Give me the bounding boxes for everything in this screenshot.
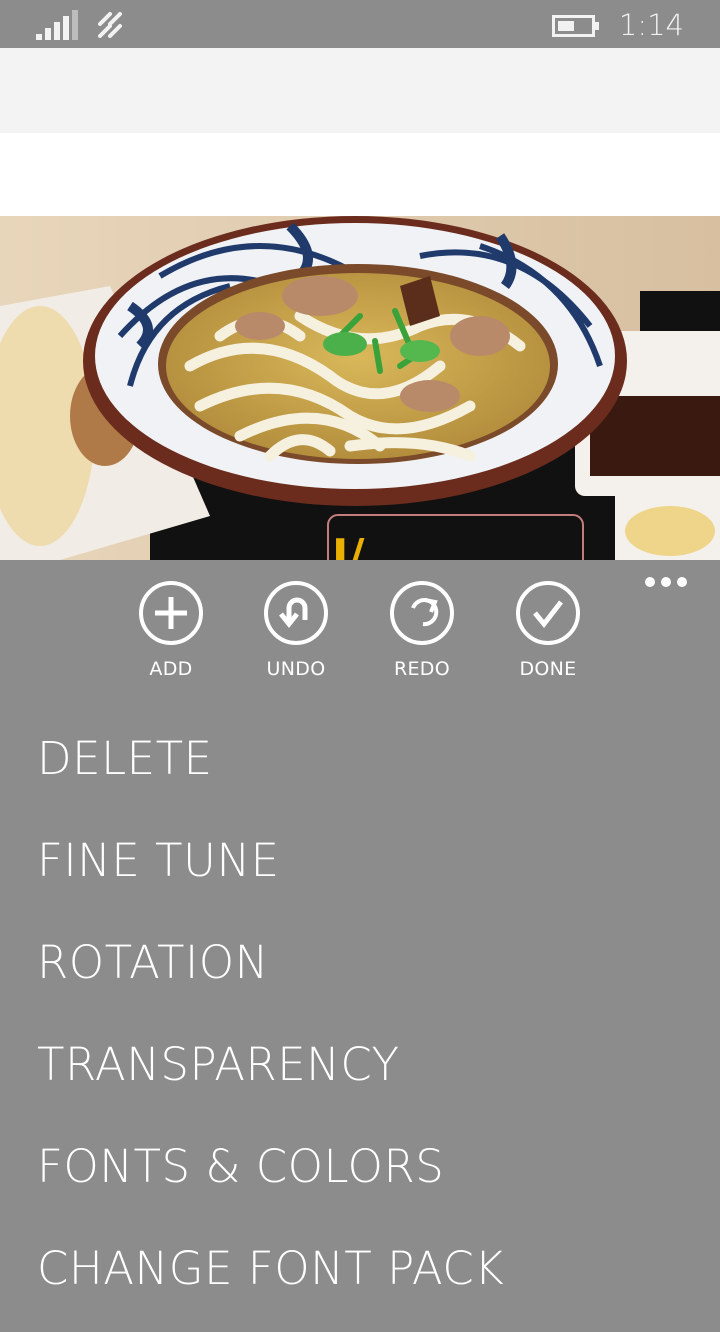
- redo-label: REDO: [394, 658, 450, 680]
- app-bar: ADD UNDO REDO DONE: [0, 560, 720, 720]
- edited-photo[interactable]: J/: [0, 216, 720, 560]
- udon-photo-icon: J/: [0, 216, 720, 560]
- network-activity-icon: [98, 12, 122, 38]
- menu-item-transparency[interactable]: TRANSPARENCY: [0, 1026, 720, 1128]
- redo-button[interactable]: REDO: [372, 580, 472, 690]
- menu-item-rotation[interactable]: ROTATION: [0, 924, 720, 1026]
- undo-button[interactable]: UNDO: [246, 580, 346, 690]
- check-circle-icon: [516, 581, 580, 645]
- menu-item-change-font-pack[interactable]: CHANGE FONT PACK: [0, 1230, 720, 1332]
- plus-circle-icon: [139, 581, 203, 645]
- app-header: [0, 48, 720, 133]
- undo-circle-icon: [264, 581, 328, 645]
- undo-label: UNDO: [266, 658, 326, 680]
- redo-circle-icon: [390, 581, 454, 645]
- add-label: ADD: [149, 658, 193, 680]
- menu-item-fonts-colors[interactable]: FONTS & COLORS: [0, 1128, 720, 1230]
- menu-item-delete[interactable]: DELETE: [0, 720, 720, 822]
- overlay-text: J/: [329, 530, 365, 560]
- add-button[interactable]: ADD: [121, 580, 221, 690]
- status-bar: 1:14: [0, 0, 720, 48]
- signal-strength-icon: [36, 10, 78, 40]
- ellipsis-icon[interactable]: [644, 574, 688, 590]
- canvas-blank-area: [0, 133, 720, 217]
- done-button[interactable]: DONE: [498, 580, 598, 690]
- context-menu: DELETE FINE TUNE ROTATION TRANSPARENCY F…: [0, 720, 720, 1332]
- battery-icon: [552, 15, 599, 37]
- clock: 1:14: [618, 8, 684, 42]
- menu-item-fine-tune[interactable]: FINE TUNE: [0, 822, 720, 924]
- done-label: DONE: [519, 658, 577, 680]
